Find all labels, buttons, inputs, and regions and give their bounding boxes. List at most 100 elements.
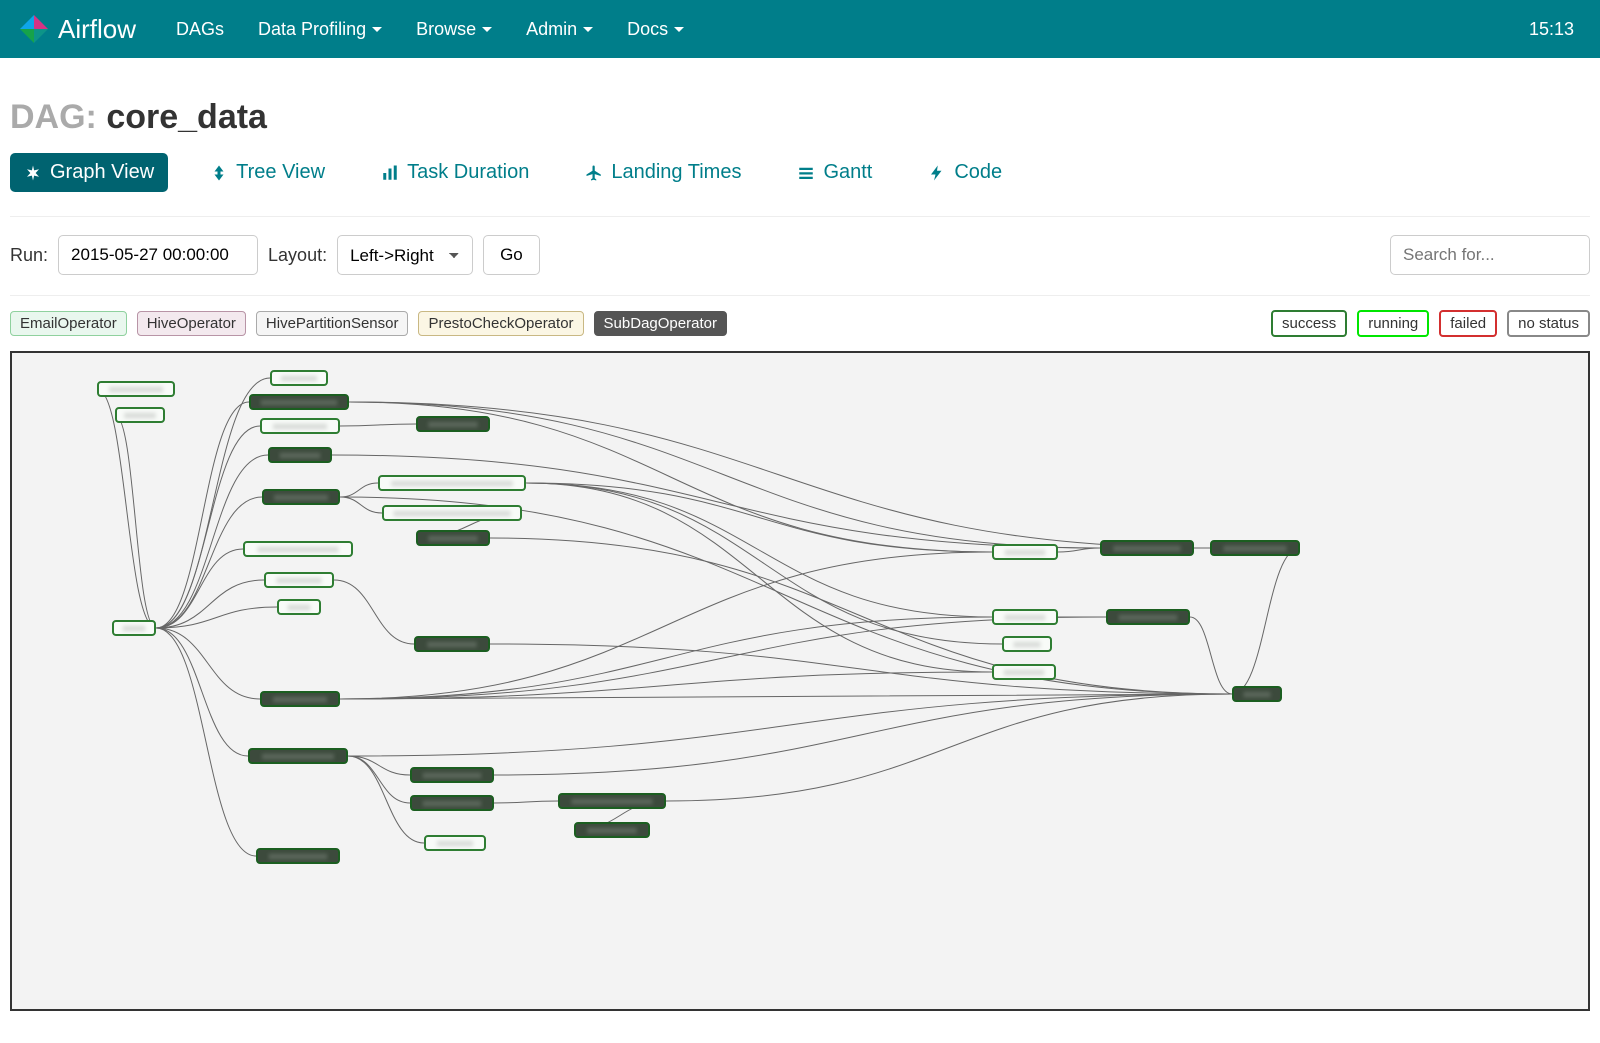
- tab-label: Graph View: [50, 161, 154, 184]
- nav-item-dags[interactable]: DAGs: [160, 13, 240, 46]
- go-button[interactable]: Go: [483, 235, 540, 275]
- graph-edge: [1190, 617, 1232, 694]
- graph-node[interactable]: xxxxxxxxxxxxx: [256, 848, 340, 864]
- nav-item-data-profiling[interactable]: Data Profiling: [242, 13, 398, 46]
- graph-node[interactable]: xxxxxxxxx: [992, 609, 1058, 625]
- graph-node-label: xxxxxxxxxxxxxxxxxx: [572, 796, 653, 806]
- graph-node[interactable]: xxxxxxxxxxxxxxxxxxxxxxxxxxx: [378, 475, 526, 491]
- graph-node[interactable]: xxxxxxxxx: [992, 544, 1058, 560]
- legend-operator-subdagoperator[interactable]: SubDagOperator: [594, 311, 727, 336]
- graph-edge: [348, 756, 410, 775]
- graph-edge: [1058, 548, 1100, 552]
- graph-node[interactable]: xxxxxxxxxxxx: [262, 489, 340, 505]
- graph-node-label: xxxxxx: [1244, 689, 1271, 699]
- graph-node-label: xxxxxxxxxxxxx: [269, 851, 328, 861]
- legend-status-no-status[interactable]: no status: [1507, 310, 1590, 337]
- view-tabs: Graph View Tree View Task Duration Landing …: [10, 153, 1590, 217]
- graph-edge: [666, 694, 1232, 801]
- tab-tree-view[interactable]: Tree View: [196, 153, 339, 192]
- graph-node-label: xxxxxxxxxxxxxxxxxxxxxxxxxx: [394, 508, 511, 518]
- graph-node[interactable]: xxxxxxxxxxx: [414, 636, 490, 652]
- tab-landing-times[interactable]: Landing Times: [571, 153, 755, 192]
- layout-select[interactable]: Left->Right: [337, 235, 473, 275]
- layout-label: Layout:: [268, 245, 327, 266]
- graph-edge: [156, 426, 260, 628]
- list-icon: [797, 164, 815, 182]
- graph-edge: [494, 694, 1232, 775]
- graph-node-label: xxxxxxxxxxx: [428, 533, 478, 543]
- graph-node[interactable]: xxxxxxxx: [270, 370, 328, 386]
- graph-edge: [156, 628, 256, 856]
- tab-label: Code: [954, 161, 1002, 184]
- graph-node[interactable]: xxxxxxxxxxxx: [97, 381, 175, 397]
- legend-status-success[interactable]: success: [1271, 310, 1347, 337]
- tab-graph-view[interactable]: Graph View: [10, 153, 168, 192]
- graph-edge: [340, 497, 1232, 694]
- graph-edge: [490, 644, 1232, 694]
- tab-label: Tree View: [236, 161, 325, 184]
- tab-gantt[interactable]: Gantt: [783, 153, 886, 192]
- graph-node[interactable]: xxxxxxxxxxxxxxxxxx: [558, 793, 666, 809]
- graph-node-label: xxxxxxxxxxxx: [273, 421, 327, 431]
- graph-node[interactable]: xxxxxxxxxxxx: [260, 691, 340, 707]
- graph-node-label: xxxxxxx: [124, 410, 156, 420]
- graph-node-label: xxxxxxxxxxxx: [109, 384, 163, 394]
- search-input[interactable]: [1390, 235, 1590, 275]
- tab-task-duration[interactable]: Task Duration: [367, 153, 543, 192]
- tab-label: Gantt: [823, 161, 872, 184]
- graph-node[interactable]: xxxxxxxx: [424, 835, 486, 851]
- bolt-icon: [928, 164, 946, 182]
- graph-node[interactable]: xxxxxxxxxxxxx: [410, 767, 494, 783]
- graph-edge: [340, 617, 1106, 699]
- graph-node-label: xxxxxxxxxxxx: [273, 694, 327, 704]
- graph-edge: [526, 483, 1002, 644]
- graph-node[interactable]: xxxxxxxxx: [992, 664, 1056, 680]
- graph-node[interactable]: xxxxxx: [1232, 686, 1282, 702]
- nav-item-browse[interactable]: Browse: [400, 13, 508, 46]
- graph-node[interactable]: xxxxxxxxxxxxxxxx: [248, 748, 348, 764]
- legend-operator-hiveoperator[interactable]: HiveOperator: [137, 311, 246, 336]
- nav-item-docs[interactable]: Docs: [611, 13, 700, 46]
- nav-items: DAGsData ProfilingBrowseAdminDocs: [160, 13, 700, 46]
- navbar: Airflow DAGsData ProfilingBrowseAdminDoc…: [0, 0, 1600, 58]
- graph-node[interactable]: xxxxxxxxxxxxxx: [1210, 540, 1300, 556]
- brand[interactable]: Airflow: [18, 13, 136, 45]
- graph-node[interactable]: xxxxxxxxxxxxx: [410, 795, 494, 811]
- graph-node[interactable]: xxxxxxxxxxxxxxxxxxxxxxxxxx: [382, 505, 522, 521]
- chevron-down-icon: [372, 27, 382, 32]
- legend-status-failed[interactable]: failed: [1439, 310, 1497, 337]
- graph-node[interactable]: xxxxx: [112, 620, 156, 636]
- graph-node[interactable]: xxxxxxxxxx: [264, 572, 334, 588]
- nav-item-admin[interactable]: Admin: [510, 13, 609, 46]
- run-input[interactable]: [58, 235, 258, 275]
- graph-node[interactable]: xxxxxxxxxxx: [574, 822, 650, 838]
- graph-node-label: xxxxxxxxxxx: [427, 639, 477, 649]
- graph-canvas[interactable]: xxxxxxxxxxxxxxxxxxxxxxxxxxxxxxxxxxxxxxxx…: [10, 351, 1590, 1011]
- graph-edge: [340, 672, 992, 699]
- graph-node[interactable]: xxxxxx: [1002, 636, 1052, 652]
- graph-node[interactable]: xxxxxxxxxxxxx: [1106, 609, 1190, 625]
- legend-operator-emailoperator[interactable]: EmailOperator: [10, 311, 127, 336]
- graph-edge: [340, 497, 382, 513]
- graph-node[interactable]: xxxxxxxxxxxxxxxxx: [249, 394, 349, 410]
- legend-operator-hivepartitionsensor[interactable]: HivePartitionSensor: [256, 311, 409, 336]
- bar-chart-icon: [381, 164, 399, 182]
- page-title-name: core_data: [106, 98, 267, 136]
- graph-node[interactable]: xxxxxxxxxxxxxxxxxx: [243, 541, 353, 557]
- legend-operator-prestocheckoperator[interactable]: PrestoCheckOperator: [418, 311, 583, 336]
- graph-node[interactable]: xxxxxxxxxxx: [416, 416, 490, 432]
- tab-code[interactable]: Code: [914, 153, 1016, 192]
- graph-edge: [348, 756, 410, 803]
- page-title: DAG: core_data: [10, 98, 1590, 137]
- legend-status-running[interactable]: running: [1357, 310, 1429, 337]
- graph-edge: [340, 483, 378, 497]
- graph-node[interactable]: xxxxxxxxxxxxxxx: [1100, 540, 1194, 556]
- graph-node[interactable]: xxxxxxx: [115, 407, 165, 423]
- graph-node[interactable]: xxxxx: [277, 599, 321, 615]
- graph-node[interactable]: xxxxxxxxx: [268, 447, 332, 463]
- graph-node[interactable]: xxxxxxxxxxxx: [260, 418, 340, 434]
- graph-node-label: xxxxxxxxx: [1005, 547, 1046, 557]
- graph-node[interactable]: xxxxxxxxxxx: [416, 530, 490, 546]
- graph-edge: [526, 483, 992, 552]
- plane-icon: [585, 164, 603, 182]
